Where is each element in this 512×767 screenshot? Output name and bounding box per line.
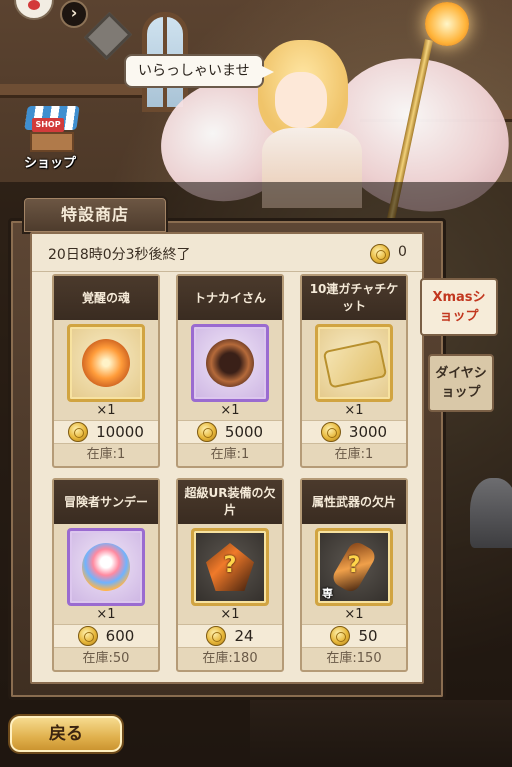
tab-diamond-shop[interactable]: ダイヤショップ xyxy=(428,354,494,412)
panel-header: 20日8時0分3秒後終了 0 xyxy=(32,234,422,272)
item-name: 覚醒の魂 xyxy=(54,276,158,320)
item-stock: 在庫:1 xyxy=(334,447,374,462)
sundae-icon xyxy=(82,543,130,591)
price-row: 50 xyxy=(302,624,406,648)
item-price: 5000 xyxy=(224,423,264,441)
item-name: 超級UR装備の欠片 xyxy=(178,480,282,524)
item-price: 600 xyxy=(105,627,135,645)
staff-orb xyxy=(425,2,469,46)
countdown-timer: 20日8時0分3秒後終了 xyxy=(48,247,191,263)
shop-item-card[interactable]: 超級UR装備の欠片 ? ×1 24 在庫:180 xyxy=(176,478,284,672)
coin-icon xyxy=(206,626,227,646)
shop-item-card[interactable]: 覚醒の魂 ×1 10000 在庫:1 xyxy=(52,274,160,468)
item-frame xyxy=(67,528,145,606)
shop-item-card[interactable]: トナカイさん ×1 5000 在庫:1 xyxy=(176,274,284,468)
coin-icon xyxy=(320,422,341,442)
price-row: 3000 xyxy=(302,420,406,444)
item-quantity: ×1 xyxy=(220,607,240,622)
price-row: 10000 xyxy=(54,420,158,444)
panel-title: 特設商店 xyxy=(22,196,168,234)
item-quantity: ×1 xyxy=(344,607,364,622)
item-frame xyxy=(191,324,269,402)
item-stock: 在庫:180 xyxy=(202,651,258,666)
shop-label[interactable]: ショップ xyxy=(24,152,76,171)
item-frame xyxy=(315,324,393,402)
item-frame: ? xyxy=(191,528,269,606)
price-row: 5000 xyxy=(178,420,282,444)
shop-sign: SHOP xyxy=(32,118,64,132)
item-name: 属性武器の欠片 xyxy=(302,480,406,524)
tab-xmas-shop[interactable]: Xmasショップ xyxy=(420,278,498,336)
price-row: 600 xyxy=(54,624,158,648)
wall-shield-decor xyxy=(83,11,133,61)
unknown-mark: ? xyxy=(223,553,237,578)
coin-icon xyxy=(370,244,390,264)
back-button[interactable]: 戻る xyxy=(8,714,124,754)
item-quantity: ×1 xyxy=(96,607,116,622)
coin-icon xyxy=(68,422,89,442)
exclusive-tag: 専 xyxy=(322,587,333,600)
item-stock: 在庫:1 xyxy=(210,447,250,462)
shop-stall xyxy=(30,132,74,152)
coin-balance: 0 xyxy=(398,244,407,260)
item-price: 50 xyxy=(358,627,378,645)
reindeer-icon xyxy=(206,339,254,387)
awakening-soul-icon xyxy=(82,339,130,387)
item-quantity: ×1 xyxy=(96,403,116,418)
item-price: 3000 xyxy=(348,423,388,441)
item-name: 10連ガチャチケット xyxy=(302,276,406,320)
item-frame xyxy=(67,324,145,402)
price-row: 24 xyxy=(178,624,282,648)
item-price: 10000 xyxy=(96,423,144,441)
shop-item-card[interactable]: 10連ガチャチケット ×1 3000 在庫:1 xyxy=(300,274,408,468)
shop-item-card[interactable]: 冒険者サンデー ×1 600 在庫:50 xyxy=(52,478,160,672)
angel-face xyxy=(275,72,327,128)
greeting-speech-bubble: いらっしゃいませ xyxy=(124,54,274,88)
coin-icon xyxy=(196,422,217,442)
shop-panel: 20日8時0分3秒後終了 0 覚醒の魂 ×1 10000 在庫:1 トナカイさん… xyxy=(30,232,424,684)
item-stock: 在庫:50 xyxy=(82,651,130,666)
helmet-decor xyxy=(470,478,512,548)
item-price: 24 xyxy=(234,627,254,645)
shop-item-card[interactable]: 属性武器の欠片 ? 専 ×1 50 在庫:150 xyxy=(300,478,408,672)
item-stock: 在庫:1 xyxy=(86,447,126,462)
chevron-right-icon[interactable]: › xyxy=(60,0,88,28)
item-stock: 在庫:150 xyxy=(326,651,382,666)
unknown-mark: ? xyxy=(347,553,361,578)
floor-decor xyxy=(250,700,512,767)
gacha-ticket-icon xyxy=(322,339,388,389)
coin-icon xyxy=(330,626,351,646)
item-quantity: ×1 xyxy=(344,403,364,418)
item-quantity: ×1 xyxy=(220,403,240,418)
coin-icon xyxy=(77,626,98,646)
item-frame: ? 専 xyxy=(315,528,393,606)
item-name: トナカイさん xyxy=(178,276,282,320)
item-name: 冒険者サンデー xyxy=(54,480,158,524)
